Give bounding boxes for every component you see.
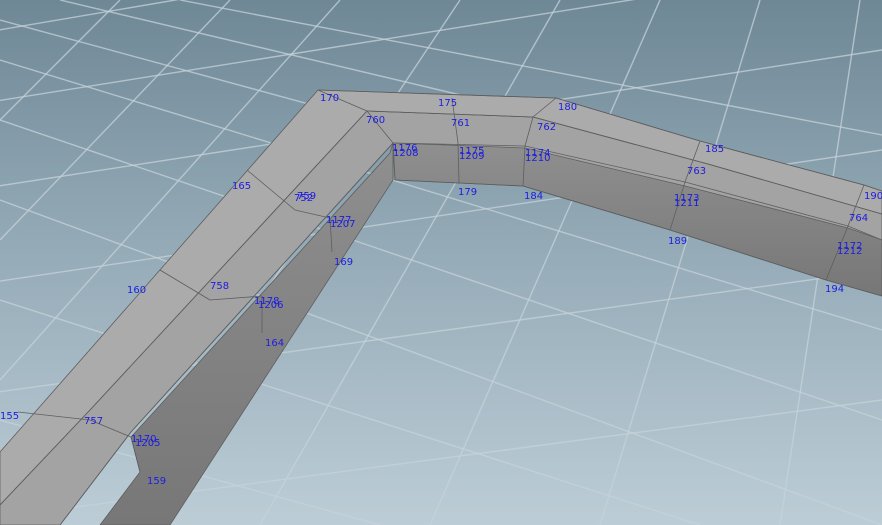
3d-viewport[interactable]: 170 175 180 185 190 760 761 762 763 764 … [0,0,882,525]
point-label: 1207 [330,219,355,230]
point-label: 752 [294,193,313,204]
point-label: 1208 [393,148,418,159]
point-label: 763 [687,166,706,177]
point-label: 179 [458,187,477,198]
point-label: 184 [524,191,543,202]
point-label: 180 [558,102,577,113]
point-label: 155 [0,411,19,422]
point-label: 1206 [258,300,283,311]
point-label: 164 [265,338,284,349]
point-label: 190 [864,191,882,202]
point-label: 761 [451,118,470,129]
point-label: 159 [147,476,166,487]
point-label: 170 [320,93,339,104]
point-label: 1210 [525,153,550,164]
point-label: 175 [438,98,457,109]
point-label: 1211 [674,198,699,209]
point-label: 762 [537,122,556,133]
point-label: 169 [334,257,353,268]
point-label: 764 [849,213,868,224]
viewport-canvas[interactable]: 170 175 180 185 190 760 761 762 763 764 … [0,0,882,525]
point-label: 1212 [837,246,862,257]
point-label: 760 [366,115,385,126]
point-label: 757 [84,416,103,427]
point-label: 1209 [459,151,484,162]
point-label: 758 [210,281,229,292]
point-label: 189 [668,236,687,247]
point-label: 165 [232,181,251,192]
point-label: 194 [825,284,844,295]
point-label: 160 [127,285,146,296]
point-label: 1205 [135,438,160,449]
point-label: 185 [705,144,724,155]
